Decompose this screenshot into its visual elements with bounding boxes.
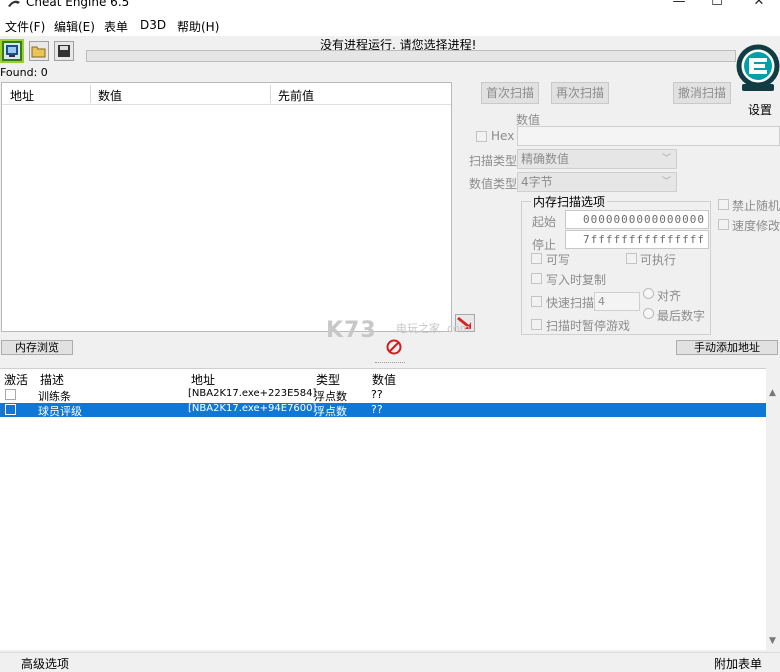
memory-view-button[interactable]: 内存浏览 — [1, 340, 73, 355]
app-icon — [6, 0, 22, 10]
chevron-down-icon: ﹀ — [661, 154, 671, 164]
found-count: Found: 0 — [0, 66, 48, 79]
stop-address-input[interactable]: 7fffffffffffffff — [565, 230, 709, 249]
results-header: 地址 数值 先前值 — [2, 83, 451, 105]
value-input[interactable] — [517, 126, 780, 146]
start-label: 起始 — [532, 215, 557, 229]
title-bar: Cheat Engine 6.5 — ☐ ✕ — [0, 0, 780, 16]
active-checkbox[interactable] — [5, 404, 16, 415]
first-scan-button[interactable]: 首次扫描 — [481, 82, 539, 104]
menu-table[interactable]: 表单 — [104, 18, 128, 35]
table-row[interactable]: 训练条 [NBA2K17.exe+223E584] 浮点数 ?? — [0, 388, 766, 403]
menu-d3d[interactable]: D3D — [140, 18, 166, 32]
scan-type-value: 精确数值 — [521, 152, 570, 166]
open-process-button[interactable] — [0, 39, 24, 63]
row-address: [NBA2K17.exe+94E7600] — [188, 403, 317, 414]
col-address[interactable]: 地址 — [10, 87, 34, 104]
watermark-text: 电玩之家 .com — [396, 322, 471, 335]
scan-type-select[interactable]: 精确数值 ﹀ — [517, 149, 677, 169]
row-description: 训练条 — [38, 390, 71, 403]
col-description[interactable]: 描述 — [40, 371, 64, 388]
advanced-options-link[interactable]: 高级选项 — [21, 655, 69, 672]
menu-file[interactable]: 文件(F) — [5, 18, 45, 35]
footer-bar: 高级选项 附加表单 — [0, 652, 780, 671]
add-address-manually-button[interactable]: 手动添加地址 — [676, 340, 778, 355]
column-divider[interactable] — [270, 85, 271, 103]
hex-checkbox[interactable] — [476, 131, 487, 142]
writable-label: 可写 — [546, 253, 571, 267]
table-row-selected[interactable]: 球员评级 [NBA2K17.exe+94E7600] 浮点数 ?? — [0, 403, 766, 418]
next-scan-button[interactable]: 再次扫描 — [551, 82, 609, 104]
splitter-handle[interactable] — [375, 362, 405, 364]
window-title: Cheat Engine 6.5 — [26, 0, 130, 9]
cheat-table-header: 激活 描述 地址 类型 数值 — [0, 369, 766, 388]
row-address: [NBA2K17.exe+223E584] — [188, 388, 317, 399]
watermark-logo: K73 — [326, 318, 377, 343]
copy-on-write-label: 写入时复制 — [546, 273, 607, 287]
close-button[interactable]: ✕ — [736, 0, 780, 14]
active-checkbox[interactable] — [5, 389, 16, 400]
align-label: 对齐 — [657, 289, 682, 303]
row-type: 浮点数 — [314, 405, 347, 418]
scan-progress-bar — [86, 50, 736, 62]
cheat-engine-logo[interactable] — [736, 40, 780, 94]
menu-edit[interactable]: 编辑(E) — [54, 18, 95, 35]
speedhack-checkbox[interactable] — [718, 219, 729, 230]
executable-label: 可执行 — [640, 253, 677, 267]
col-value[interactable]: 数值 — [98, 87, 122, 104]
col-active[interactable]: 激活 — [4, 371, 28, 388]
scroll-down-icon[interactable]: ▼ — [769, 636, 776, 646]
fast-scan-input[interactable]: 4 — [594, 292, 640, 311]
menu-help[interactable]: 帮助(H) — [177, 18, 219, 35]
scan-type-label: 扫描类型 — [469, 154, 518, 168]
writable-checkbox[interactable] — [531, 253, 542, 264]
col-value[interactable]: 数值 — [372, 371, 396, 388]
memory-scan-options-title: 内存扫描选项 — [531, 193, 608, 210]
chevron-down-icon: ﹀ — [661, 177, 671, 187]
value-type-select[interactable]: 4字节 ﹀ — [517, 172, 677, 192]
last-digits-label: 最后数字 — [657, 309, 706, 323]
disable-random-checkbox[interactable] — [718, 199, 729, 210]
fast-scan-label: 快速扫描 — [546, 296, 595, 310]
col-previous[interactable]: 先前值 — [278, 87, 314, 104]
align-radio[interactable] — [643, 288, 654, 299]
save-button[interactable] — [54, 41, 74, 61]
pause-game-label: 扫描时暂停游戏 — [546, 319, 631, 333]
open-file-button[interactable] — [29, 41, 49, 61]
menu-bar: 文件(F) 编辑(E) 表单 D3D 帮助(H) — [0, 16, 780, 36]
value-type-label: 数值类型 — [469, 177, 518, 191]
hex-label: Hex — [491, 129, 515, 143]
start-address-input[interactable]: 0000000000000000 — [565, 210, 709, 229]
table-extras-link[interactable]: 附加表单 — [714, 655, 762, 672]
row-description: 球员评级 — [38, 405, 82, 418]
settings-label[interactable]: 设置 — [748, 101, 772, 118]
maximize-button[interactable]: ☐ — [694, 0, 740, 14]
fast-scan-checkbox[interactable] — [531, 296, 542, 307]
scroll-up-icon[interactable]: ▲ — [769, 388, 776, 398]
column-divider[interactable] — [90, 85, 91, 103]
col-type[interactable]: 类型 — [316, 371, 340, 388]
row-type: 浮点数 — [314, 390, 347, 403]
row-value: ?? — [371, 388, 383, 401]
col-address[interactable]: 地址 — [191, 371, 215, 388]
pause-game-checkbox[interactable] — [531, 319, 542, 330]
table-scrollbar[interactable]: ▲ ▼ — [766, 388, 780, 650]
executable-checkbox[interactable] — [626, 253, 637, 264]
undo-scan-button[interactable]: 撤消扫描 — [673, 82, 731, 104]
row-value: ?? — [371, 403, 383, 416]
scan-results-list[interactable]: 地址 数值 先前值 — [1, 82, 452, 332]
copy-on-write-checkbox[interactable] — [531, 273, 542, 284]
value-type-value: 4字节 — [521, 175, 553, 189]
no-entry-icon — [386, 339, 402, 355]
speedhack-label: 速度修改 — [732, 219, 780, 233]
disable-random-label: 禁止随机 — [732, 199, 780, 213]
last-digits-radio[interactable] — [643, 308, 654, 319]
